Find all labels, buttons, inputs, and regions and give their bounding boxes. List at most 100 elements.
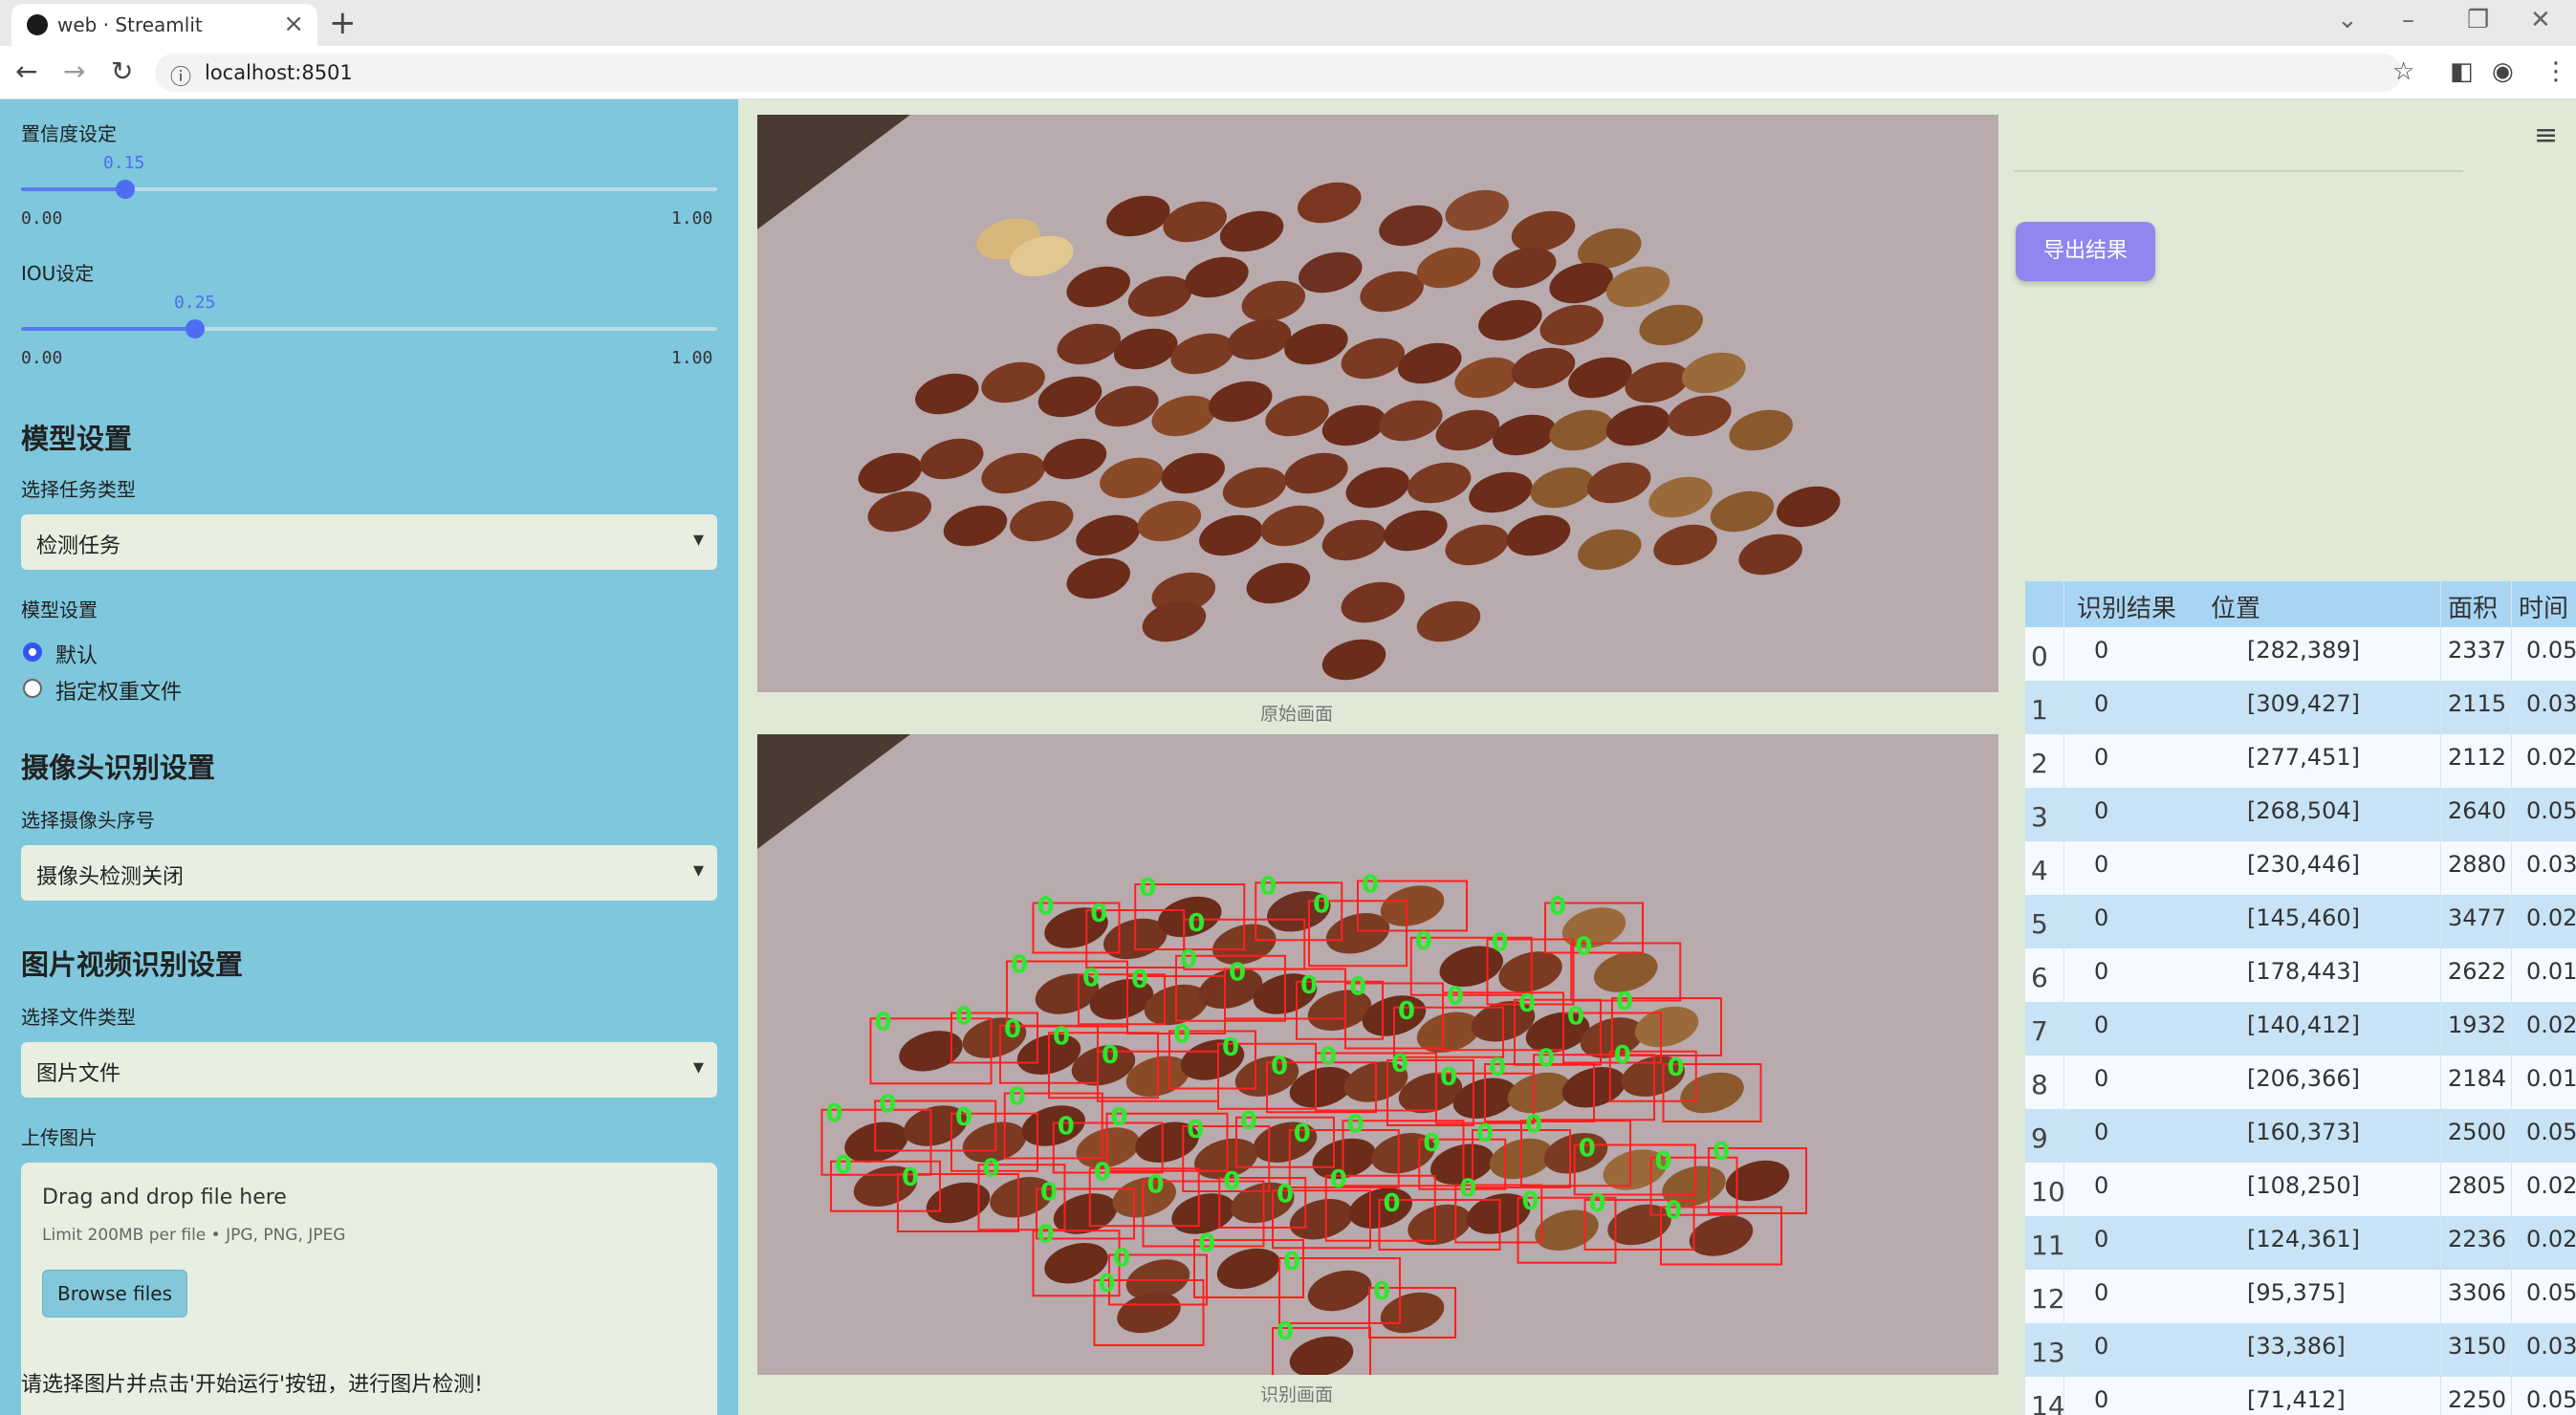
- cell-position: [124,361]: [2247, 1226, 2360, 1252]
- iou-value: 0.25: [174, 293, 216, 313]
- cell-position: [140,412]: [2247, 1012, 2360, 1038]
- cell-index: 8: [2031, 1069, 2048, 1100]
- cell-area: 3306: [2448, 1279, 2507, 1306]
- back-icon[interactable]: ←: [15, 55, 37, 87]
- task-type-value: 检测任务: [36, 534, 121, 558]
- cell-time: 0.02: [2526, 1012, 2576, 1038]
- browse-files-button[interactable]: Browse files: [42, 1270, 187, 1317]
- detection-class-label: 0: [1538, 1044, 1555, 1073]
- iou-slider-handle[interactable]: [186, 319, 205, 338]
- export-results-button[interactable]: 导出结果: [2016, 222, 2155, 281]
- radio-default-label[interactable]: 默认: [55, 639, 98, 669]
- table-row[interactable]: 4 0 [230,446] 2880 0.03: [2025, 841, 2576, 895]
- detection-class-label: 0: [1713, 1138, 1730, 1166]
- cell-result: 0: [2094, 1386, 2109, 1413]
- table-row[interactable]: 0 0 [282,389] 2337 0.05: [2025, 627, 2576, 681]
- cell-position: [95,375]: [2247, 1279, 2346, 1306]
- col-header-area[interactable]: 面积: [2448, 589, 2498, 624]
- detection-class-label: 0: [1173, 1021, 1190, 1050]
- table-row[interactable]: 9 0 [160,373] 2500 0.05: [2025, 1109, 2576, 1163]
- detection-class-label: 0: [1131, 966, 1148, 994]
- camera-index-select[interactable]: 摄像头检测关闭 ▾: [21, 845, 717, 901]
- cell-area: 2236: [2448, 1226, 2507, 1252]
- confidence-max: 1.00: [671, 208, 713, 229]
- task-type-select[interactable]: 检测任务 ▾: [21, 514, 717, 570]
- cell-area: 2880: [2448, 851, 2507, 878]
- table-row[interactable]: 1 0 [309,427] 2115 0.03: [2025, 681, 2576, 734]
- results-table[interactable]: 识别结果 位置 面积 时间 0 0 [282,389] 2337 0.05 1 0 [309,…: [2025, 581, 2576, 1415]
- table-row[interactable]: 13 0 [33,386] 3150 0.03: [2025, 1323, 2576, 1377]
- confidence-slider[interactable]: [21, 180, 717, 199]
- detection-class-label: 0: [1525, 1110, 1542, 1139]
- restore-icon[interactable]: ❐: [2467, 6, 2489, 34]
- cell-time: 0.02: [2526, 1172, 2576, 1199]
- radio-custom-weights-label[interactable]: 指定权重文件: [55, 675, 182, 706]
- detection-class-label: 0: [1111, 1103, 1128, 1132]
- new-tab-icon[interactable]: +: [329, 4, 357, 42]
- chevron-down-icon[interactable]: ⌄: [2337, 6, 2358, 34]
- table-row[interactable]: 12 0 [95,375] 3306 0.05: [2025, 1270, 2576, 1323]
- window-close-icon[interactable]: ✕: [2530, 6, 2551, 34]
- detection-class-label: 0: [1362, 871, 1379, 900]
- cell-area: 2622: [2448, 958, 2507, 985]
- cell-position: [268,504]: [2247, 797, 2360, 824]
- cell-index: 4: [2031, 855, 2048, 886]
- info-icon[interactable]: ⓘ: [170, 60, 191, 91]
- original-caption: 原始画面: [1260, 704, 1334, 725]
- iou-min: 0.00: [21, 348, 63, 368]
- detection-class-label: 0: [1575, 933, 1592, 962]
- detection-class-label: 0: [1180, 946, 1197, 974]
- browser-tab[interactable]: web · Streamlit ×: [11, 4, 317, 46]
- detection-class-label: 0: [826, 1099, 843, 1128]
- col-header-position[interactable]: 位置: [2211, 589, 2260, 624]
- table-row[interactable]: 8 0 [206,366] 2184 0.01: [2025, 1056, 2576, 1109]
- cell-area: 1932: [2448, 1012, 2507, 1038]
- detection-class-label: 0: [1398, 997, 1415, 1026]
- cell-position: [71,412]: [2247, 1386, 2346, 1413]
- task-type-label: 选择任务类型: [21, 478, 136, 501]
- cell-position: [108,250]: [2247, 1172, 2360, 1199]
- chevron-down-icon: ▾: [692, 528, 704, 552]
- table-row[interactable]: 14 0 [71,412] 2250 0.05: [2025, 1377, 2576, 1415]
- cell-result: 0: [2094, 797, 2109, 824]
- detection-class-label: 0: [983, 1154, 1000, 1183]
- cell-time: 0.03: [2526, 851, 2576, 878]
- radio-default[interactable]: [23, 642, 42, 662]
- cell-area: 2500: [2448, 1119, 2507, 1145]
- iou-slider[interactable]: [21, 319, 717, 338]
- detection-caption: 识别画面: [1260, 1384, 1334, 1405]
- table-row[interactable]: 10 0 [108,250] 2805 0.02: [2025, 1163, 2576, 1216]
- col-header-time[interactable]: 时间: [2519, 589, 2568, 624]
- forward-icon[interactable]: →: [63, 55, 85, 87]
- detection-class-label: 0: [879, 1091, 896, 1120]
- profile-icon[interactable]: ◉: [2492, 57, 2514, 86]
- close-icon[interactable]: ×: [283, 10, 304, 38]
- hamburger-icon[interactable]: ≡: [2534, 119, 2558, 152]
- cell-index: 0: [2031, 641, 2048, 672]
- col-header-result[interactable]: 识别结果: [2077, 589, 2176, 624]
- table-row[interactable]: 6 0 [178,443] 2622 0.01: [2025, 948, 2576, 1002]
- detection-class-label: 0: [1053, 1022, 1070, 1051]
- kebab-menu-icon[interactable]: ⋮: [2543, 57, 2568, 86]
- table-row[interactable]: 5 0 [145,460] 3477 0.02: [2025, 895, 2576, 948]
- file-type-select[interactable]: 图片文件 ▾: [21, 1042, 717, 1098]
- radio-custom-weights[interactable]: [23, 679, 42, 698]
- reload-icon[interactable]: ↻: [111, 55, 133, 87]
- original-image-svg: [757, 115, 1998, 692]
- cell-result: 0: [2094, 1065, 2109, 1092]
- detection-class-label: 0: [1198, 1230, 1215, 1258]
- table-row[interactable]: 3 0 [268,504] 2640 0.05: [2025, 788, 2576, 841]
- cell-index: 10: [2031, 1176, 2065, 1208]
- cell-index: 13: [2031, 1337, 2065, 1368]
- url-field[interactable]: ⓘ localhost:8501: [155, 54, 2402, 92]
- minimize-icon[interactable]: –: [2402, 6, 2414, 34]
- table-row[interactable]: 7 0 [140,412] 1932 0.02: [2025, 1002, 2576, 1056]
- detection-class-label: 0: [1058, 1113, 1075, 1142]
- cell-position: [230,446]: [2247, 851, 2360, 878]
- table-row[interactable]: 11 0 [124,361] 2236 0.02: [2025, 1216, 2576, 1270]
- drop-text: Drag and drop file here: [42, 1186, 287, 1209]
- star-icon[interactable]: ☆: [2392, 57, 2414, 86]
- confidence-slider-handle[interactable]: [116, 180, 135, 199]
- sidebar-icon[interactable]: ◧: [2450, 57, 2474, 86]
- table-row[interactable]: 2 0 [277,451] 2112 0.02: [2025, 734, 2576, 788]
